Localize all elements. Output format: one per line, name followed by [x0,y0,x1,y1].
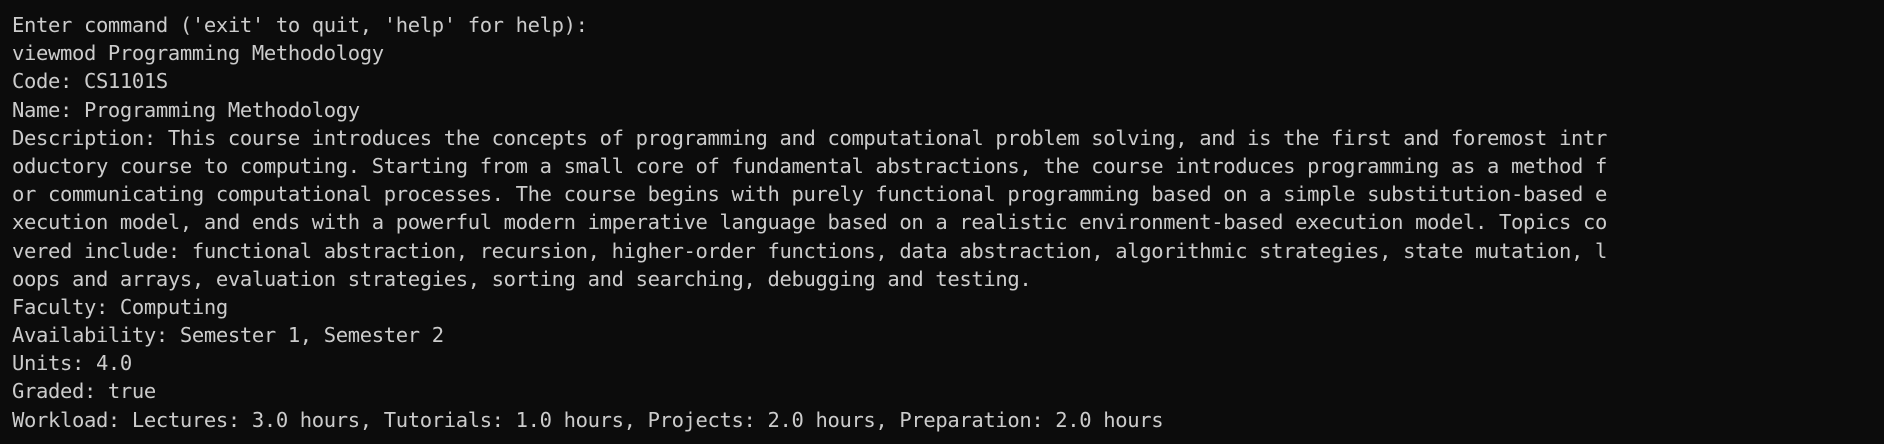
module-name: Name: Programming Methodology [12,97,360,122]
entered-command: viewmod Programming Methodology [12,41,384,66]
module-description-line: xecution model, and ends with a powerful… [12,210,1607,235]
module-units: Units: 4.0 [12,351,132,376]
module-faculty: Faculty: Computing [12,294,228,319]
module-availability: Availability: Semester 1, Semester 2 [12,323,444,348]
module-graded: Graded: true [12,379,156,404]
command-prompt: Enter command ('exit' to quit, 'help' fo… [12,13,588,37]
module-description-line: Description: This course introduces the … [12,125,1607,150]
module-description-line: or communicating computational processes… [12,182,1607,207]
module-code: Code: CS1101S [12,69,168,94]
module-description-line: oductory course to computing. Starting f… [12,153,1607,178]
module-description-line: oops and arrays, evaluation strategies, … [12,266,1032,291]
module-workload: Workload: Lectures: 3.0 hours, Tutorials… [12,407,1164,432]
module-description-line: vered include: functional abstraction, r… [12,238,1607,263]
terminal-window[interactable]: Enter command ('exit' to quit, 'help' fo… [0,0,1884,444]
